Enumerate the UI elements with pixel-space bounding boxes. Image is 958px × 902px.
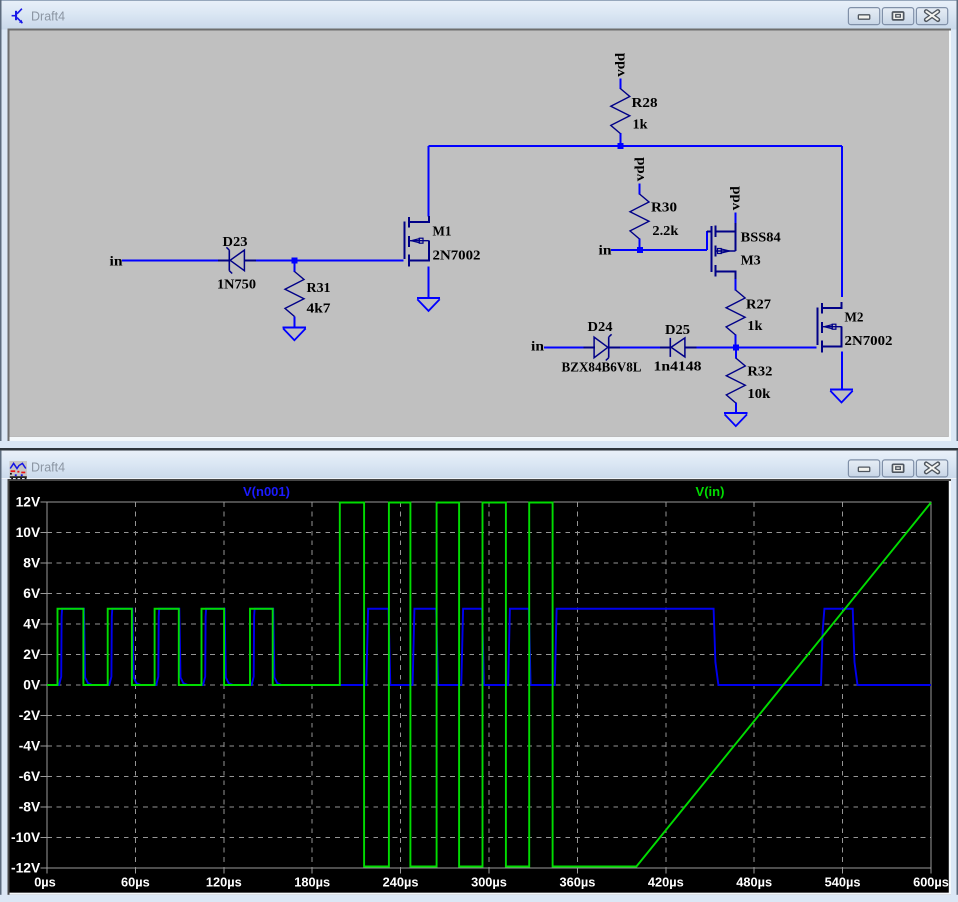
svg-text:BSS84: BSS84	[741, 230, 781, 245]
svg-text:1N750: 1N750	[217, 277, 256, 292]
svg-text:10V: 10V	[16, 525, 41, 540]
svg-text:2.2k: 2.2k	[652, 223, 679, 238]
svg-text:2V: 2V	[23, 647, 41, 662]
svg-text:60µs: 60µs	[121, 874, 150, 889]
svg-text:0V: 0V	[23, 678, 41, 693]
svg-text:1n4148: 1n4148	[654, 359, 702, 374]
svg-text:600µs: 600µs	[913, 874, 949, 889]
svg-text:480µs: 480µs	[736, 874, 772, 889]
svg-text:M2: M2	[845, 309, 864, 324]
svg-text:D23: D23	[223, 234, 248, 249]
svg-text:4V: 4V	[23, 617, 41, 632]
svg-text:-10V: -10V	[11, 830, 41, 845]
svg-text:12V: 12V	[16, 495, 41, 510]
svg-text:1k: 1k	[747, 318, 763, 333]
svg-text:Draft4: Draft4	[31, 461, 65, 475]
svg-text:360µs: 360µs	[559, 874, 595, 889]
svg-text:4k7: 4k7	[307, 301, 331, 316]
svg-text:D25: D25	[665, 322, 690, 337]
svg-text:-2V: -2V	[19, 708, 41, 723]
svg-text:2N7002: 2N7002	[433, 248, 481, 263]
svg-text:540µs: 540µs	[825, 874, 861, 889]
svg-text:0µs: 0µs	[34, 874, 56, 889]
svg-text:M1: M1	[433, 224, 452, 239]
svg-text:120µs: 120µs	[206, 874, 242, 889]
svg-text:6V: 6V	[23, 586, 41, 601]
svg-text:-8V: -8V	[19, 800, 41, 815]
svg-text:BZX84B6V8L: BZX84B6V8L	[562, 360, 642, 375]
svg-text:R27: R27	[746, 297, 771, 312]
svg-text:420µs: 420µs	[648, 874, 684, 889]
svg-text:300µs: 300µs	[471, 874, 507, 889]
svg-text:R32: R32	[747, 364, 772, 379]
svg-text:in: in	[531, 339, 545, 354]
svg-text:-12V: -12V	[11, 861, 41, 876]
svg-text:R28: R28	[632, 95, 658, 110]
svg-text:-4V: -4V	[19, 739, 41, 754]
svg-text:8V: 8V	[23, 556, 41, 571]
svg-text:vdd: vdd	[632, 157, 647, 182]
svg-text:240µs: 240µs	[383, 874, 419, 889]
svg-text:M3: M3	[741, 253, 761, 268]
svg-text:1k: 1k	[633, 116, 649, 131]
svg-text:vdd: vdd	[728, 186, 743, 211]
svg-text:V(n001): V(n001)	[243, 484, 290, 499]
svg-text:R31: R31	[307, 280, 331, 295]
svg-text:in: in	[110, 253, 124, 268]
svg-text:180µs: 180µs	[294, 874, 330, 889]
svg-text:vdd: vdd	[613, 52, 628, 77]
svg-text:in: in	[599, 243, 613, 258]
svg-text:R30: R30	[651, 200, 677, 215]
svg-text:10k: 10k	[747, 386, 771, 401]
svg-text:2N7002: 2N7002	[845, 333, 893, 348]
svg-text:D24: D24	[588, 319, 613, 334]
svg-text:-6V: -6V	[19, 769, 41, 784]
svg-text:Draft4: Draft4	[31, 10, 65, 24]
svg-text:V(in): V(in)	[696, 484, 725, 499]
